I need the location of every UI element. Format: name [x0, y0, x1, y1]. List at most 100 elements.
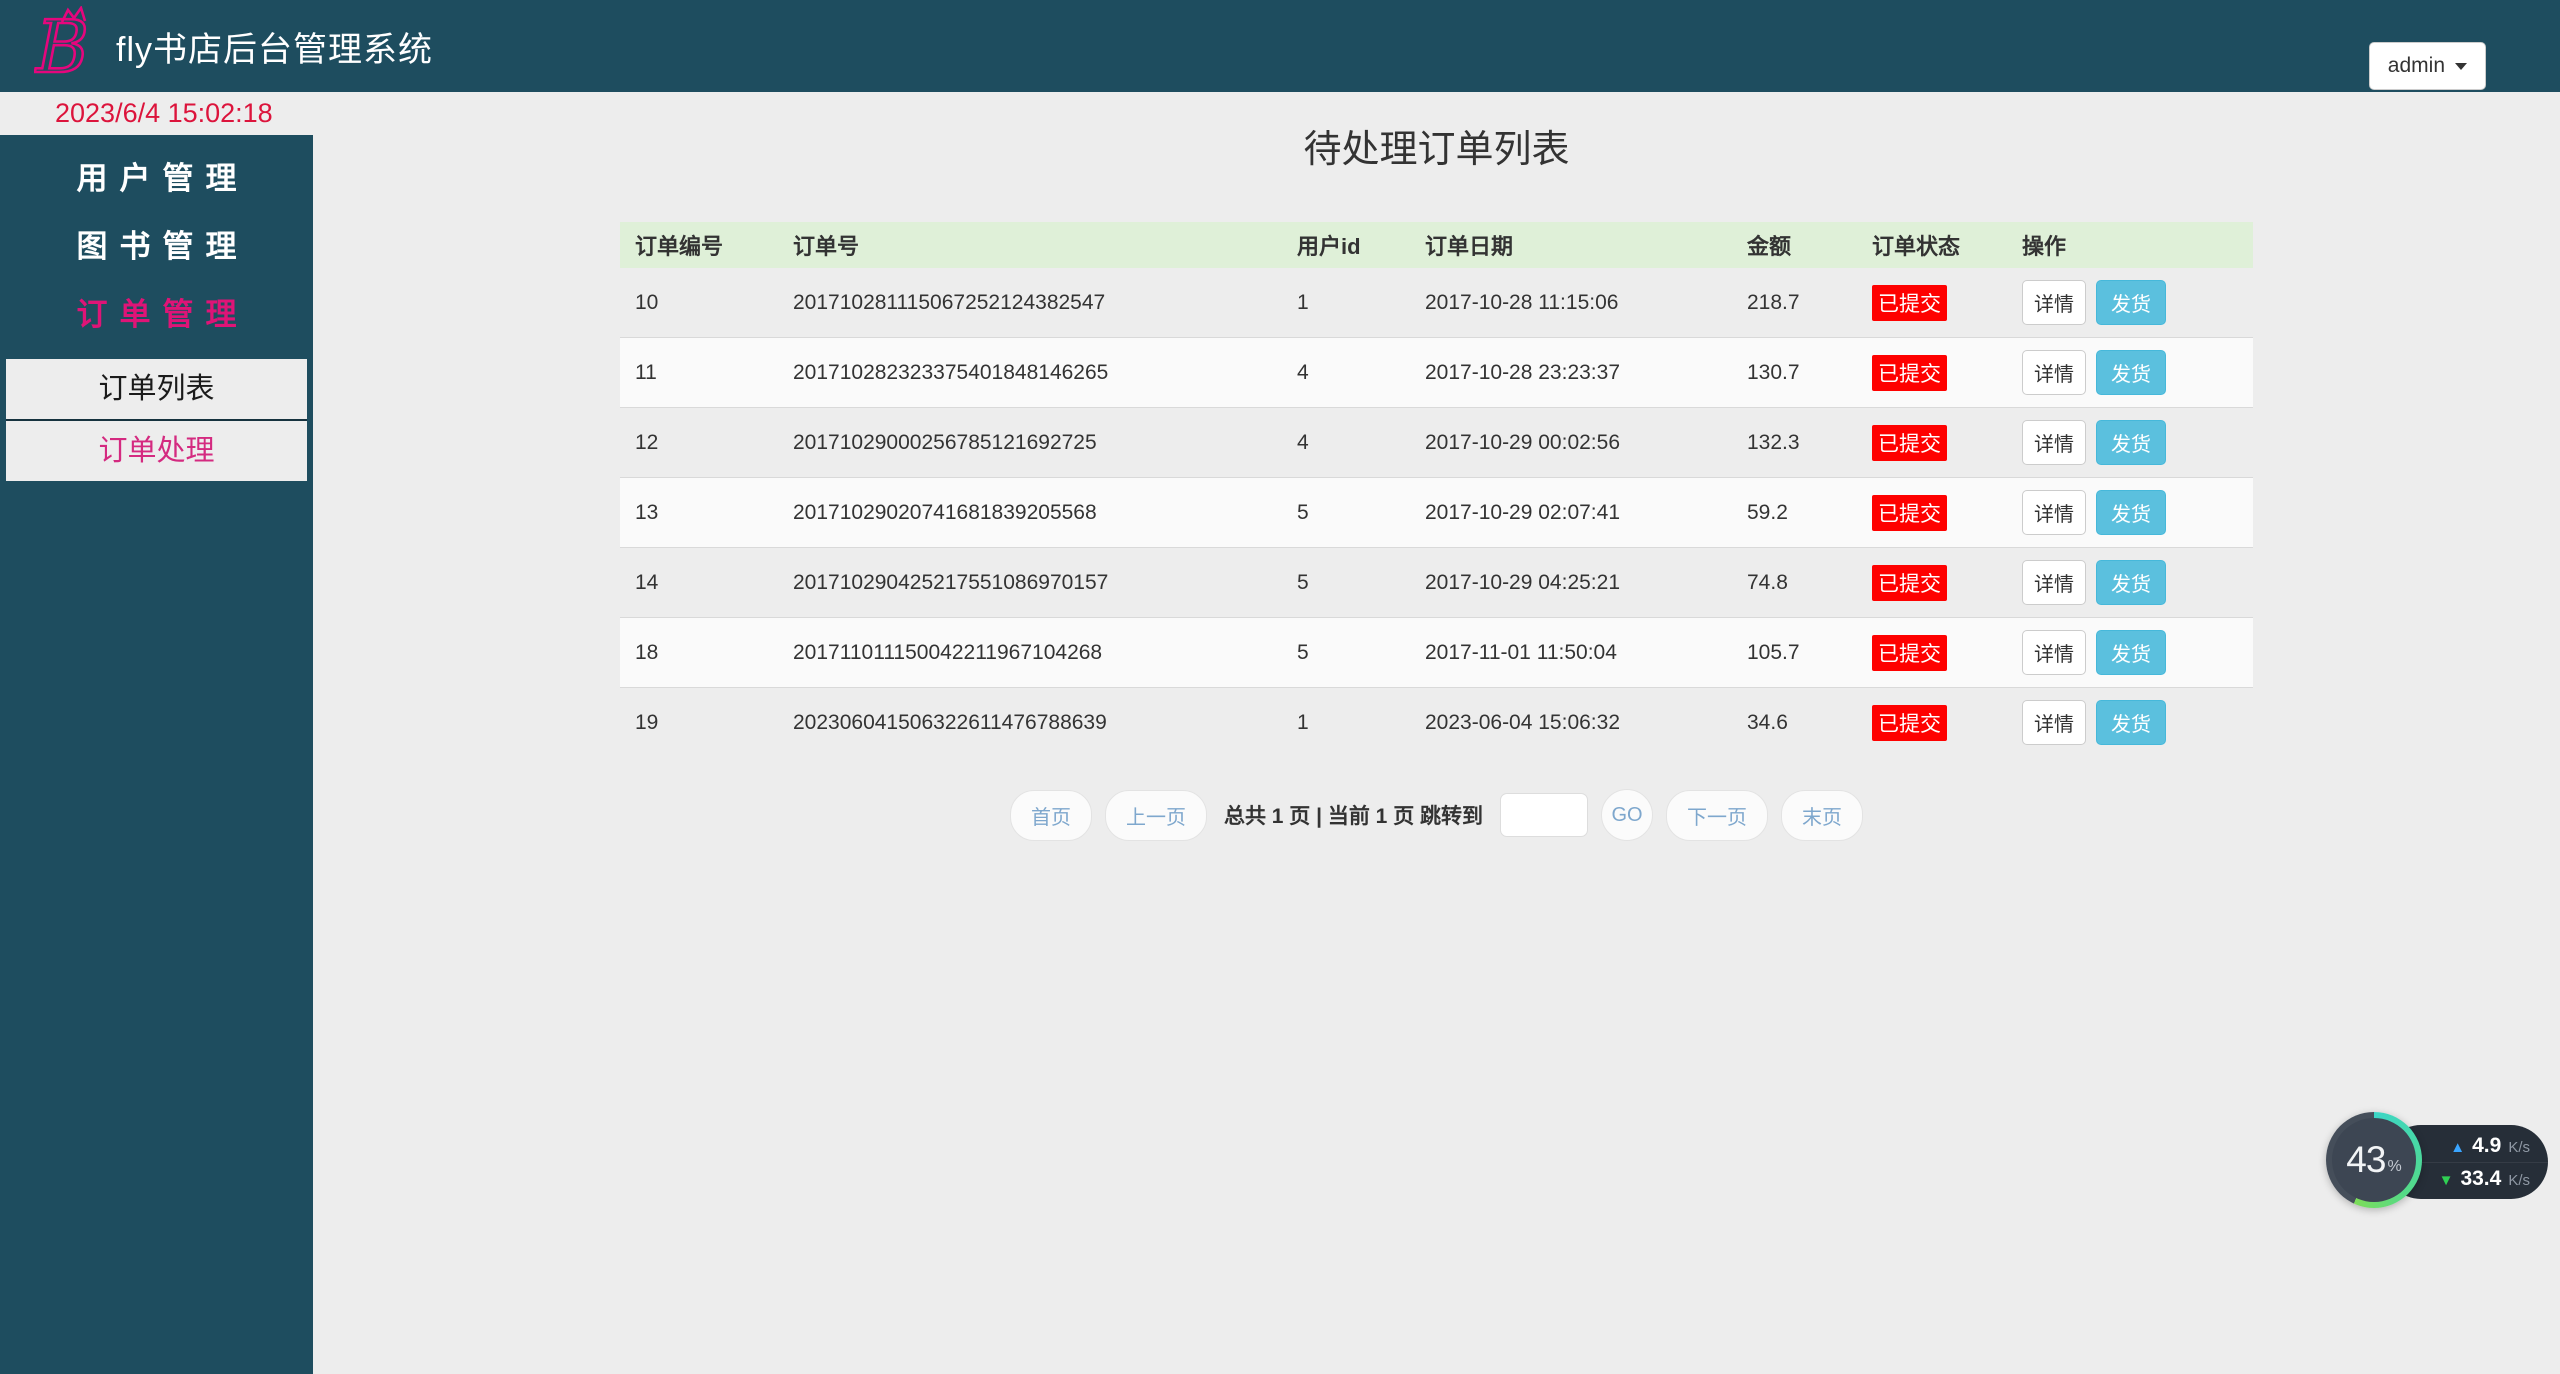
cell-order-date: 2017-10-28 23:23:37	[1410, 338, 1732, 408]
cell-amount: 130.7	[1732, 338, 1857, 408]
screen: B fly书店后台管理系统 admin 2023/6/4 15:02:18 用户…	[0, 0, 2560, 1374]
order-submenu: 订单列表 订单处理	[6, 359, 307, 481]
cell-order-date: 2017-10-29 02:07:41	[1410, 478, 1732, 548]
cell-user-id: 4	[1282, 338, 1410, 408]
status-badge: 已提交	[1872, 635, 1947, 671]
cell-amount: 218.7	[1732, 268, 1857, 338]
cell-order-id: 18	[620, 618, 778, 688]
cell-order-no: 201710290425217551086970157	[778, 548, 1282, 618]
cell-order-id: 13	[620, 478, 778, 548]
table-row: 1820171101115004221196710426852017-11-01…	[620, 618, 2253, 688]
status-badge: 已提交	[1872, 425, 1947, 461]
cell-actions: 详情发货	[2007, 688, 2253, 758]
table-row: 1420171029042521755108697015752017-10-29…	[620, 548, 2253, 618]
cell-actions: 详情发货	[2007, 548, 2253, 618]
percent-circle[interactable]: 43 %	[2326, 1112, 2422, 1208]
first-page-button[interactable]: 首页	[1010, 790, 1092, 841]
download-arrow-icon: ▼	[2439, 1172, 2454, 1189]
submenu-item-order-process[interactable]: 订单处理	[6, 419, 307, 481]
column-header-amount: 金额	[1732, 222, 1857, 268]
bookstore-logo-icon: B	[34, 6, 90, 86]
cell-status: 已提交	[1857, 688, 2007, 758]
svg-text:B: B	[34, 6, 89, 86]
download-speed-unit: K/s	[2508, 1172, 2530, 1189]
cell-order-no: 202306041506322611476788639	[778, 688, 1282, 758]
table-header: 订单编号 订单号 用户id 订单日期 金额 订单状态 操作	[620, 222, 2253, 268]
ship-button[interactable]: 发货	[2096, 560, 2166, 605]
sidebar-item-user-management[interactable]: 用户管理	[0, 145, 313, 213]
table-row: 1120171028232337540184814626542017-10-28…	[620, 338, 2253, 408]
sidebar: 用户管理 图书管理 订单管理 订单列表 订单处理	[0, 135, 313, 1374]
submenu-item-order-list[interactable]: 订单列表	[6, 359, 307, 419]
cell-amount: 34.6	[1732, 688, 1857, 758]
ship-button[interactable]: 发货	[2096, 350, 2166, 395]
page-summary: 总共 1 页 | 当前 1 页 跳转到	[1224, 800, 1483, 830]
status-badge: 已提交	[1872, 355, 1947, 391]
ship-button[interactable]: 发货	[2096, 700, 2166, 745]
cell-actions: 详情发货	[2007, 338, 2253, 408]
next-page-button[interactable]: 下一页	[1666, 790, 1768, 841]
status-badge: 已提交	[1872, 565, 1947, 601]
column-header-order-date: 订单日期	[1410, 222, 1732, 268]
column-header-status: 订单状态	[1857, 222, 2007, 268]
cell-order-date: 2017-10-28 11:15:06	[1410, 268, 1732, 338]
cell-order-no: 201711011150042211967104268	[778, 618, 1282, 688]
cell-order-id: 11	[620, 338, 778, 408]
cell-status: 已提交	[1857, 338, 2007, 408]
ship-button[interactable]: 发货	[2096, 490, 2166, 535]
detail-button[interactable]: 详情	[2022, 560, 2086, 605]
cell-user-id: 5	[1282, 548, 1410, 618]
cell-actions: 详情发货	[2007, 408, 2253, 478]
sidebar-item-order-management[interactable]: 订单管理	[0, 281, 313, 349]
sidebar-item-book-management[interactable]: 图书管理	[0, 213, 313, 281]
status-badge: 已提交	[1872, 495, 1947, 531]
speed-monitor-widget: ▲ 4.9 K/s ▼ 33.4 K/s 43 %	[2326, 1112, 2548, 1212]
orders-table: 订单编号 订单号 用户id 订单日期 金额 订单状态 操作 1020171028…	[620, 222, 2253, 757]
column-header-order-no: 订单号	[778, 222, 1282, 268]
cell-status: 已提交	[1857, 478, 2007, 548]
table-row: 1020171028111506725212438254712017-10-28…	[620, 268, 2253, 338]
cell-status: 已提交	[1857, 618, 2007, 688]
column-header-actions: 操作	[2007, 222, 2253, 268]
upload-arrow-icon: ▲	[2450, 1139, 2465, 1156]
user-menu-button[interactable]: admin	[2369, 42, 2486, 90]
cell-order-no: 201710281115067252124382547	[778, 268, 1282, 338]
content-area: 待处理订单列表 订单编号 订单号 用户id 订单日期 金额	[313, 92, 2560, 1374]
table-row: 1920230604150632261147678863912023-06-04…	[620, 688, 2253, 758]
page-title: 待处理订单列表	[313, 122, 2560, 178]
ship-button[interactable]: 发货	[2096, 280, 2166, 325]
app-title: fly书店后台管理系统	[116, 22, 433, 71]
go-button[interactable]: GO	[1601, 789, 1653, 841]
table-row: 132017102902074168183920556852017-10-29 …	[620, 478, 2253, 548]
pagination: 首页 上一页 总共 1 页 | 当前 1 页 跳转到 GO 下一页 末页	[313, 789, 2560, 841]
cell-order-id: 14	[620, 548, 778, 618]
prev-page-button[interactable]: 上一页	[1105, 790, 1207, 841]
detail-button[interactable]: 详情	[2022, 280, 2086, 325]
detail-button[interactable]: 详情	[2022, 700, 2086, 745]
page-jump-input[interactable]	[1500, 793, 1588, 837]
detail-button[interactable]: 详情	[2022, 630, 2086, 675]
cell-order-no: 201710282323375401848146265	[778, 338, 1282, 408]
column-header-order-id: 订单编号	[620, 222, 778, 268]
cell-user-id: 4	[1282, 408, 1410, 478]
detail-button[interactable]: 详情	[2022, 420, 2086, 465]
left-column: 2023/6/4 15:02:18 用户管理 图书管理 订单管理 订单列表 订单…	[0, 92, 313, 1374]
detail-button[interactable]: 详情	[2022, 350, 2086, 395]
caret-down-icon	[2455, 63, 2467, 70]
cell-amount: 105.7	[1732, 618, 1857, 688]
cell-order-date: 2017-10-29 00:02:56	[1410, 408, 1732, 478]
cell-actions: 详情发货	[2007, 478, 2253, 548]
upload-speed-unit: K/s	[2508, 1139, 2530, 1156]
cell-order-no: 20171029000256785121692725	[778, 408, 1282, 478]
cell-order-date: 2023-06-04 15:06:32	[1410, 688, 1732, 758]
detail-button[interactable]: 详情	[2022, 490, 2086, 535]
last-page-button[interactable]: 末页	[1781, 790, 1863, 841]
cell-status: 已提交	[1857, 408, 2007, 478]
cell-amount: 132.3	[1732, 408, 1857, 478]
orders-table-wrapper: 订单编号 订单号 用户id 订单日期 金额 订单状态 操作 1020171028…	[620, 222, 2253, 757]
cell-order-date: 2017-10-29 04:25:21	[1410, 548, 1732, 618]
ship-button[interactable]: 发货	[2096, 420, 2166, 465]
cell-order-no: 20171029020741681839205568	[778, 478, 1282, 548]
ship-button[interactable]: 发货	[2096, 630, 2166, 675]
upload-speed-value: 4.9	[2472, 1134, 2501, 1158]
